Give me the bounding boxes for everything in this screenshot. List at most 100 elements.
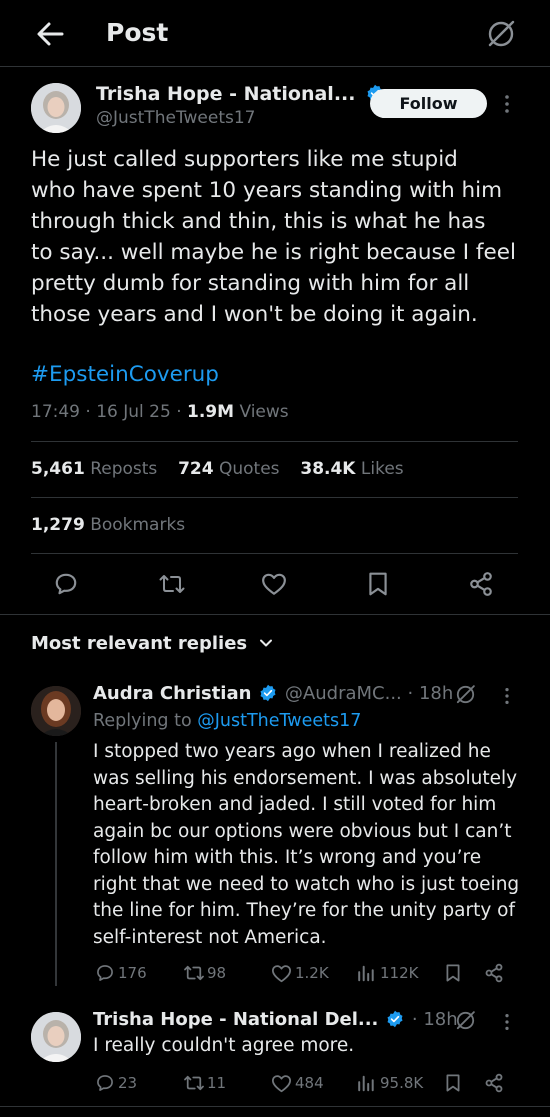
arrow-left-icon bbox=[37, 22, 64, 46]
reply-text-line: again bc our options were obvious but I … bbox=[93, 820, 512, 842]
views-bar-icon bbox=[358, 965, 374, 982]
repost-icon bbox=[159, 575, 185, 593]
bookmarks-stat[interactable]: 1,279 Bookmarks bbox=[31, 515, 185, 535]
reply-avatar[interactable] bbox=[31, 686, 81, 736]
reply-text: I really couldn't agree more. bbox=[93, 1035, 355, 1056]
reply-repost-button[interactable]: 98 bbox=[183, 962, 226, 984]
reposts-stat[interactable]: 5,461 Reposts bbox=[31, 459, 157, 479]
bookmarks-divider bbox=[31, 553, 518, 554]
share-icon bbox=[470, 572, 492, 596]
heart-icon bbox=[262, 573, 286, 595]
reply-avatar[interactable] bbox=[31, 1012, 81, 1062]
grok-button[interactable] bbox=[486, 19, 516, 49]
share-button[interactable] bbox=[468, 571, 494, 597]
repost-button[interactable] bbox=[158, 571, 186, 597]
verified-badge-icon bbox=[260, 684, 276, 701]
reply-text-line: self-interest not America. bbox=[93, 926, 327, 948]
bookmarks-label: Bookmarks bbox=[90, 515, 186, 535]
thread-line bbox=[55, 742, 57, 986]
views-label: Views bbox=[234, 402, 289, 422]
reply-text-line: heart-broken and jaded. I still voted fo… bbox=[93, 794, 497, 815]
bookmark-icon bbox=[446, 1074, 460, 1092]
reply-grok-button[interactable] bbox=[455, 684, 476, 705]
author-name[interactable]: Trisha Hope - National... bbox=[96, 83, 384, 105]
reply-count: 176 bbox=[118, 964, 147, 982]
reply-views-button[interactable]: 95.8K bbox=[356, 1072, 423, 1094]
chevron-down-icon bbox=[260, 639, 273, 647]
reply-icon bbox=[97, 965, 113, 981]
reply-share-button[interactable] bbox=[484, 1073, 504, 1093]
header-divider bbox=[0, 66, 550, 67]
post-text-line: pretty dumb for standing with him for al… bbox=[31, 271, 470, 296]
bookmarks-count: 1,279 bbox=[31, 515, 85, 535]
grok-icon bbox=[456, 1011, 475, 1030]
reply-like-button[interactable]: 484 bbox=[271, 1072, 324, 1094]
replying-to-handle[interactable]: @JustTheTweets17 bbox=[197, 711, 361, 731]
post-text-line: who have spent 10 years standing with hi… bbox=[31, 178, 503, 203]
bookmark-icon bbox=[369, 572, 387, 596]
likes-stat[interactable]: 38.4K Likes bbox=[300, 459, 403, 479]
grok-icon bbox=[456, 685, 475, 704]
heart-icon bbox=[272, 964, 291, 982]
bookmark-button[interactable] bbox=[367, 571, 389, 597]
more-vertical-icon bbox=[505, 688, 509, 704]
reply-author-name[interactable]: Audra Christian bbox=[93, 683, 251, 704]
reply-more-button[interactable] bbox=[502, 686, 512, 706]
back-button[interactable] bbox=[34, 20, 66, 48]
reply-text-line: I stopped two years ago when I realized … bbox=[93, 741, 491, 762]
views-bar-icon bbox=[358, 1075, 374, 1092]
reply-button[interactable] bbox=[53, 571, 79, 597]
reply-text: I stopped two years ago when I realized … bbox=[93, 739, 519, 951]
reply-bookmark-button[interactable] bbox=[445, 1073, 461, 1093]
reply-icon bbox=[97, 1075, 113, 1091]
reply-share-button[interactable] bbox=[484, 963, 504, 983]
reply-icon bbox=[55, 573, 77, 595]
grok-icon bbox=[488, 20, 515, 47]
heart-icon bbox=[272, 1074, 291, 1092]
like-count: 484 bbox=[295, 1074, 324, 1092]
reply-reply-button[interactable]: 176 bbox=[95, 962, 147, 984]
like-button[interactable] bbox=[261, 572, 287, 596]
repost-icon bbox=[184, 965, 204, 981]
reply-text-line: right that we need to watch who is just … bbox=[93, 873, 520, 895]
actions-divider bbox=[0, 614, 550, 615]
reply-header: Audra Christian @AudraMC... · 18h bbox=[93, 683, 453, 704]
reply-text-line: was selling his endorsement. I was absol… bbox=[93, 767, 518, 789]
reposts-count: 5,461 bbox=[31, 459, 85, 479]
replying-to: Replying to @JustTheTweets17 bbox=[93, 711, 361, 731]
replies-sort-button[interactable]: Most relevant replies bbox=[31, 633, 273, 654]
reply-views-button[interactable]: 112K bbox=[356, 962, 418, 984]
hashtag-link[interactable]: #EpsteinCoverup bbox=[31, 362, 219, 387]
reply-time: · 18h bbox=[411, 1009, 458, 1030]
post-meta: 17:49 · 16 Jul 25 · 1.9M Views bbox=[31, 402, 289, 422]
meta-divider bbox=[31, 441, 518, 442]
reply-grok-button[interactable] bbox=[455, 1010, 476, 1031]
more-vertical-icon bbox=[505, 1014, 509, 1030]
author-avatar[interactable] bbox=[31, 83, 81, 133]
likes-label: Likes bbox=[360, 459, 404, 479]
repost-icon bbox=[184, 1075, 204, 1091]
replies-sort-label: Most relevant replies bbox=[31, 633, 248, 654]
views-count: 1.9M bbox=[187, 402, 235, 422]
reply-count: 23 bbox=[118, 1074, 138, 1092]
quotes-stat[interactable]: 724 Quotes bbox=[178, 459, 279, 479]
reply-bookmark-button[interactable] bbox=[445, 963, 461, 983]
more-vertical-icon bbox=[505, 95, 509, 113]
author-handle[interactable]: @JustTheTweets17 bbox=[96, 108, 255, 128]
views-count: 95.8K bbox=[380, 1074, 424, 1092]
post-timestamp: 17:49 · 16 Jul 25 · bbox=[31, 402, 187, 422]
author-name-text: Trisha Hope - National... bbox=[96, 83, 356, 105]
likes-count: 38.4K bbox=[300, 459, 356, 479]
reply-author-handle[interactable]: @AudraMC... bbox=[285, 683, 402, 704]
post-text-line: through thick and thin, this is what he … bbox=[31, 209, 486, 234]
reply-time: · 18h bbox=[407, 683, 454, 704]
reply-repost-button[interactable]: 11 bbox=[183, 1072, 226, 1094]
post-text-line: those years and I won't be doing it agai… bbox=[31, 302, 478, 327]
post-more-button[interactable] bbox=[502, 93, 512, 115]
reply-author-name[interactable]: Trisha Hope - National Del... bbox=[93, 1009, 378, 1030]
reply-more-button[interactable] bbox=[502, 1012, 512, 1032]
reply-like-button[interactable]: 1.2K bbox=[271, 962, 329, 984]
post-text-line: He just called supporters like me stupid bbox=[31, 147, 458, 172]
reply-reply-button[interactable]: 23 bbox=[95, 1072, 137, 1094]
follow-button[interactable]: Follow bbox=[370, 89, 487, 118]
